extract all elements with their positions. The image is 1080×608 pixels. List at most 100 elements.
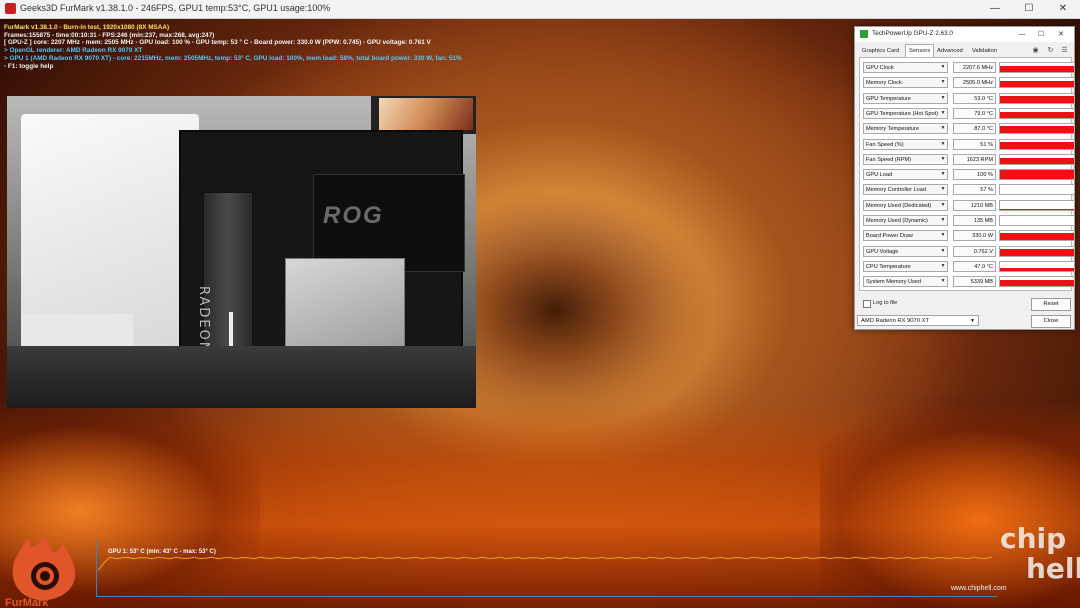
sensor-name-select[interactable]: CPU Temperature xyxy=(863,260,948,272)
sensor-row: Memory Clock ▼ 2505.0 MHz xyxy=(863,76,1075,90)
temperature-graph-label: GPU 1: 53° C (min: 43° C - max: 53° C) xyxy=(108,549,216,555)
sensor-name-select[interactable]: Memory Controller Load xyxy=(863,184,948,196)
sensor-graph-fill xyxy=(1000,248,1074,256)
gpuz-title: TechPowerUp GPU-Z 2.63.0 xyxy=(872,30,953,37)
gpuz-tabs: Graphics Card Sensors Advanced Validatio… xyxy=(859,44,1071,57)
gpuz-titlebar[interactable]: TechPowerUp GPU-Z 2.63.0 — ☐ ✕ xyxy=(855,27,1074,42)
motherboard-logo: ROG xyxy=(323,202,384,229)
sensor-name-select[interactable]: Memory Clock xyxy=(863,77,948,89)
sensor-row: GPU Load ▼ 100 % xyxy=(863,168,1075,182)
gpu-temperature-graph: GPU 1: 53° C (min: 43° C - max: 53° C) xyxy=(96,540,997,597)
sensor-graph-fill xyxy=(1000,268,1074,271)
sensor-value: 51 % xyxy=(953,138,996,150)
sensor-graph xyxy=(999,138,1075,150)
sensor-row: Memory Controller Load ▼ 57 % xyxy=(863,183,1075,197)
sensor-name-select[interactable]: GPU Clock xyxy=(863,62,948,73)
sensor-graph-fill xyxy=(1000,126,1074,134)
sensor-value: 1210 MB xyxy=(953,199,996,211)
chevron-down-icon[interactable]: ▼ xyxy=(939,123,947,134)
tab-validation[interactable]: Validation xyxy=(969,45,1000,57)
test-rig-photo: ROG RADEON xyxy=(7,96,476,408)
sensor-value: 5339 MB xyxy=(953,276,996,288)
sensor-row: GPU Temperature ▼ 53.0 °C xyxy=(863,92,1075,106)
chevron-down-icon[interactable]: ▼ xyxy=(939,200,947,211)
sensor-graph xyxy=(999,169,1075,181)
gpu-device-select[interactable]: AMD Radeon RX 9070 XT ▼ xyxy=(857,315,979,326)
desk-surface xyxy=(7,346,476,408)
maximize-button[interactable]: ☐ xyxy=(1012,0,1046,18)
sensor-name-select[interactable]: GPU Load xyxy=(863,169,948,181)
gpuz-maximize-button[interactable]: ☐ xyxy=(1032,28,1050,41)
tab-advanced[interactable]: Advanced xyxy=(934,45,966,57)
chevron-down-icon[interactable]: ▼ xyxy=(939,184,947,195)
sensor-value: 135 MB xyxy=(953,215,996,226)
sensor-name-select[interactable]: Memory Temperature xyxy=(863,123,948,135)
sensor-name-select[interactable]: Memory Used (Dynamic) xyxy=(863,215,948,226)
chevron-down-icon[interactable]: ▼ xyxy=(939,77,947,88)
sensor-name-select[interactable]: GPU Voltage xyxy=(863,245,948,257)
tab-sensors[interactable]: Sensors xyxy=(905,44,935,57)
sensor-value: 57 % xyxy=(953,184,996,196)
window-titlebar[interactable]: Geeks3D FurMark v1.38.1.0 - 246FPS, GPU1… xyxy=(0,0,1080,19)
sensor-value: 47.0 °C xyxy=(953,260,996,272)
sensor-name-select[interactable]: Fan Speed (RPM) xyxy=(863,153,948,165)
sensor-graph-fill xyxy=(1000,157,1074,164)
sensor-graph-fill xyxy=(1000,208,1074,210)
sensor-name-select[interactable]: Fan Speed (%) xyxy=(863,138,948,150)
sensor-value: 0.762 V xyxy=(953,245,996,257)
sensor-name-select[interactable]: GPU Temperature (Hot Spot) xyxy=(863,107,948,119)
sensor-graph-fill xyxy=(1000,111,1074,118)
chevron-down-icon[interactable]: ▼ xyxy=(939,93,947,104)
chiphell-logo-bottom: hell xyxy=(1026,552,1080,585)
sensor-graph xyxy=(999,123,1075,135)
close-window-button[interactable]: ✕ xyxy=(1046,0,1080,18)
refresh-icon[interactable]: ↻ xyxy=(1046,46,1055,55)
gpuz-window[interactable]: TechPowerUp GPU-Z 2.63.0 — ☐ ✕ Graphics … xyxy=(854,26,1075,330)
chevron-down-icon[interactable]: ▼ xyxy=(939,108,947,119)
gpuz-close-button[interactable]: ✕ xyxy=(1052,28,1070,41)
sensor-name-select[interactable]: Memory Used (Dedicated) xyxy=(863,199,948,211)
chevron-down-icon[interactable]: ▼ xyxy=(939,169,947,180)
sensor-row: GPU Voltage ▼ 0.762 V xyxy=(863,245,1075,259)
info-line-gpuz: [ GPU-Z ] core: 2207 MHz - mem: 2505 MHz… xyxy=(4,39,431,47)
monitor-screen xyxy=(379,98,473,130)
sensor-panel: GPU Clock ▼ 2207.6 MHz Memory Clock ▼ 2505.0 … xyxy=(859,57,1075,291)
reset-button[interactable]: Reset xyxy=(1031,298,1071,311)
sensor-row: Memory Temperature ▼ 87.0 °C xyxy=(863,122,1075,136)
temperature-line xyxy=(97,556,993,571)
log-to-file-checkbox[interactable] xyxy=(863,300,871,308)
sensor-graph xyxy=(999,230,1075,242)
sensor-name-select[interactable]: System Memory Used xyxy=(863,276,948,288)
sensor-value: 1623 RPM xyxy=(953,153,996,165)
sensor-graph-fill xyxy=(1000,233,1074,241)
camera-icon[interactable]: ◉ xyxy=(1031,46,1040,55)
menu-icon[interactable]: ☰ xyxy=(1060,46,1069,55)
chevron-down-icon[interactable]: ▼ xyxy=(939,139,947,150)
chevron-down-icon[interactable]: ▼ xyxy=(939,215,947,226)
sensor-value: 330.0 W xyxy=(953,230,996,242)
sensor-name-select[interactable]: Board Power Draw xyxy=(863,230,948,242)
sensor-graph xyxy=(999,215,1075,226)
chevron-down-icon[interactable]: ▼ xyxy=(939,154,947,165)
tab-graphics-card[interactable]: Graphics Card xyxy=(859,45,902,57)
chevron-down-icon[interactable]: ▼ xyxy=(939,276,947,287)
sensor-value: 2207.6 MHz xyxy=(953,62,996,73)
gpuz-minimize-button[interactable]: — xyxy=(1013,28,1031,41)
chiphell-watermark: chip hell xyxy=(1000,525,1080,595)
graph-plot xyxy=(97,556,993,571)
sensor-name-select[interactable]: GPU Temperature xyxy=(863,92,948,104)
chevron-down-icon[interactable]: ▼ xyxy=(939,261,947,272)
chevron-down-icon[interactable]: ▼ xyxy=(939,230,947,241)
sensor-graph xyxy=(999,184,1075,196)
close-button[interactable]: Close xyxy=(1031,315,1071,328)
minimize-button[interactable]: — xyxy=(978,0,1012,18)
chiphell-logo-top: chip xyxy=(1000,522,1067,555)
chevron-down-icon[interactable]: ▼ xyxy=(939,62,947,73)
sensor-value: 2505.0 MHz xyxy=(953,77,996,89)
chiphell-url: www.chiphell.com xyxy=(951,585,1007,592)
log-to-file-row[interactable]: Log to file xyxy=(863,299,983,309)
sensor-row: Fan Speed (%) ▼ 51 % xyxy=(863,138,1075,152)
sensor-row: Memory Used (Dedicated) ▼ 1210 MB xyxy=(863,199,1075,213)
window-title: Geeks3D FurMark v1.38.1.0 - 246FPS, GPU1… xyxy=(20,3,331,13)
chevron-down-icon[interactable]: ▼ xyxy=(939,246,947,257)
